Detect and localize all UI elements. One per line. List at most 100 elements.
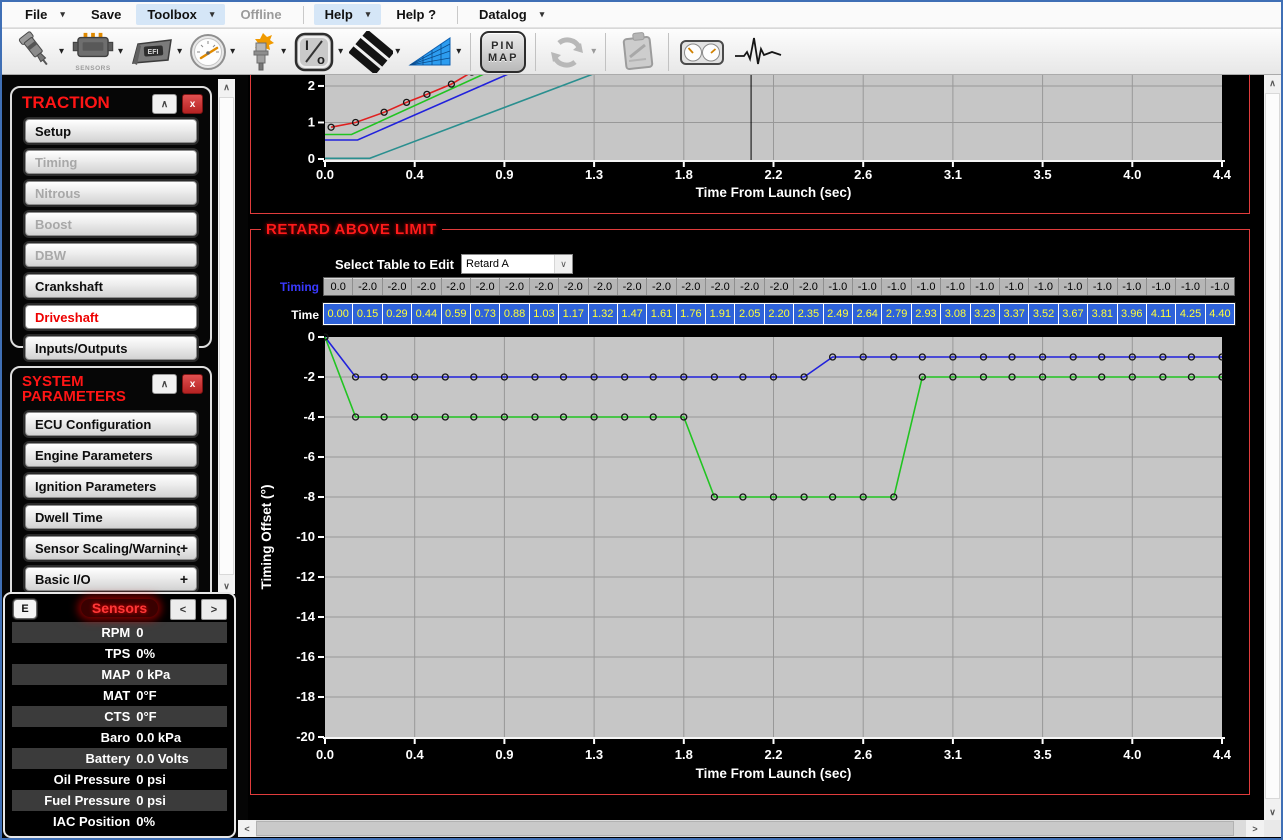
menu-toolbox[interactable]: Toolbox▾	[136, 4, 225, 25]
timing-cell[interactable]: -1.0	[912, 278, 941, 295]
efi-module-button[interactable]: EFI ▾	[129, 33, 182, 71]
time-cell[interactable]: 2.79	[882, 304, 911, 324]
sensors-prev-button[interactable]: <	[170, 599, 196, 620]
timing-cell[interactable]: -2.0	[794, 278, 823, 295]
timing-cell[interactable]: -1.0	[1206, 278, 1234, 295]
time-cell[interactable]: 2.05	[735, 304, 764, 324]
time-cell[interactable]: 2.35	[794, 304, 823, 324]
time-cell[interactable]: 3.67	[1059, 304, 1088, 324]
timing-cell[interactable]: -2.0	[442, 278, 471, 295]
time-cell[interactable]: 2.93	[912, 304, 941, 324]
scroll-left-button[interactable]: <	[238, 820, 256, 837]
time-cell[interactable]: 1.61	[647, 304, 676, 324]
datalog-waveform-button[interactable]	[732, 32, 784, 72]
timing-cell[interactable]: -1.0	[1118, 278, 1147, 295]
time-cell[interactable]: 3.37	[1000, 304, 1029, 324]
time-cell[interactable]: 3.81	[1088, 304, 1117, 324]
scrollbar-thumb[interactable]	[219, 97, 234, 575]
timing-cell[interactable]: -2.0	[353, 278, 382, 295]
sidebar-button-sensor-scaling-warnings[interactable]: Sensor Scaling/Warnings+	[25, 536, 197, 560]
io-button[interactable]: I o ▾	[292, 31, 343, 73]
timing-cell[interactable]: -1.0	[1176, 278, 1205, 295]
sidebar-button-basic-i-o[interactable]: Basic I/O+	[25, 567, 197, 591]
fuel-map-cone-button[interactable]: ▾	[406, 32, 461, 72]
sidebar-button-crankshaft[interactable]: Crankshaft	[25, 274, 197, 298]
timing-cell[interactable]: -1.0	[853, 278, 882, 295]
time-cell[interactable]: 0.73	[471, 304, 500, 324]
time-cell[interactable]: 3.23	[971, 304, 1000, 324]
timing-cell[interactable]: -2.0	[765, 278, 794, 295]
timing-cell[interactable]: -1.0	[1147, 278, 1176, 295]
timing-cell[interactable]: -1.0	[1059, 278, 1088, 295]
timing-cell[interactable]: -1.0	[971, 278, 1000, 295]
time-cell[interactable]: 0.88	[500, 304, 529, 324]
dual-gauges-button[interactable]	[678, 33, 726, 71]
scroll-up-button[interactable]: ∧	[218, 79, 235, 95]
timing-cell[interactable]: -2.0	[589, 278, 618, 295]
time-cell[interactable]: 2.20	[765, 304, 794, 324]
time-cell[interactable]: 0.29	[383, 304, 412, 324]
time-cell[interactable]: 0.00	[324, 304, 353, 324]
scroll-right-button[interactable]: >	[1246, 820, 1264, 837]
scroll-down-button[interactable]: ∨	[1264, 804, 1281, 820]
sidebar-button-ignition-parameters[interactable]: Ignition Parameters	[25, 474, 197, 498]
time-cell[interactable]: 1.91	[706, 304, 735, 324]
menu-help[interactable]: Help▾	[314, 4, 382, 25]
sensors-next-button[interactable]: >	[201, 599, 227, 620]
timing-cell[interactable]: -1.0	[824, 278, 853, 295]
time-cell[interactable]: 1.32	[589, 304, 618, 324]
timing-cell[interactable]: -2.0	[471, 278, 500, 295]
traction-stripe-button[interactable]: ▾	[349, 31, 400, 73]
timing-cell[interactable]: -2.0	[677, 278, 706, 295]
menu-datalog[interactable]: Datalog▾	[468, 4, 555, 25]
timing-cell[interactable]: -1.0	[1029, 278, 1058, 295]
scrollbar-thumb[interactable]	[1265, 93, 1280, 799]
time-cell[interactable]: 1.76	[677, 304, 706, 324]
retard-chart[interactable]: 0.00.40.91.31.82.22.63.13.54.04.40-2-4-6…	[255, 328, 1247, 790]
time-cell[interactable]: 4.11	[1147, 304, 1176, 324]
timing-cell[interactable]: -2.0	[412, 278, 441, 295]
time-cell[interactable]: 1.47	[618, 304, 647, 324]
time-cell[interactable]: 3.52	[1029, 304, 1058, 324]
time-cell[interactable]: 2.49	[824, 304, 853, 324]
scrollbar-thumb[interactable]	[256, 821, 1234, 836]
sidebar-button-inputs-outputs[interactable]: Inputs/Outputs	[25, 336, 197, 360]
timing-cell[interactable]: -2.0	[647, 278, 676, 295]
time-cell[interactable]: 0.15	[353, 304, 382, 324]
scroll-up-button[interactable]: ∧	[1264, 75, 1281, 91]
time-cell[interactable]: 1.03	[530, 304, 559, 324]
sidebar-button-engine-parameters[interactable]: Engine Parameters	[25, 443, 197, 467]
menu-file[interactable]: File▾	[14, 4, 76, 25]
timing-cell[interactable]: -2.0	[735, 278, 764, 295]
panel-collapse-button[interactable]: ∧	[152, 374, 177, 394]
sidebar-button-setup[interactable]: Setup	[25, 119, 197, 143]
menu-help[interactable]: Help ?	[385, 4, 447, 25]
time-cell[interactable]: 0.59	[442, 304, 471, 324]
timing-cell[interactable]: -1.0	[882, 278, 911, 295]
panel-collapse-button[interactable]: ∧	[152, 94, 177, 114]
time-cell[interactable]: 0.44	[412, 304, 441, 324]
time-cell[interactable]: 4.25	[1176, 304, 1205, 324]
timing-cell[interactable]: -1.0	[1000, 278, 1029, 295]
timing-cell[interactable]: -2.0	[530, 278, 559, 295]
time-cell[interactable]: 3.96	[1118, 304, 1147, 324]
table-select[interactable]: Retard A ∨	[461, 254, 573, 274]
chevron-down-icon[interactable]: ∨	[554, 255, 572, 273]
timing-cell[interactable]: -1.0	[941, 278, 970, 295]
vertical-scrollbar[interactable]: ∧ ∨	[1264, 75, 1281, 820]
pin-map-button[interactable]: PIN MAP	[480, 31, 526, 73]
time-cell[interactable]: 4.40	[1206, 304, 1234, 324]
time-cell[interactable]: 1.17	[559, 304, 588, 324]
sidebar-button-dwell-time[interactable]: Dwell Time	[25, 505, 197, 529]
sidebar-button-ecu-configuration[interactable]: ECU Configuration	[25, 412, 197, 436]
timing-cell[interactable]: -2.0	[559, 278, 588, 295]
timing-cell[interactable]: 0.0	[324, 278, 353, 295]
panel-close-button[interactable]: x	[182, 374, 203, 394]
timing-cell[interactable]: -1.0	[1088, 278, 1117, 295]
timing-cell[interactable]: -2.0	[706, 278, 735, 295]
spark-plug-button[interactable]: ▾	[241, 31, 286, 73]
timing-cell[interactable]: -2.0	[500, 278, 529, 295]
edit-button[interactable]: E	[13, 599, 37, 619]
gauge-button[interactable]: ▾	[188, 32, 235, 72]
sensors-module-button[interactable]: SENSORS ▾	[70, 31, 123, 72]
